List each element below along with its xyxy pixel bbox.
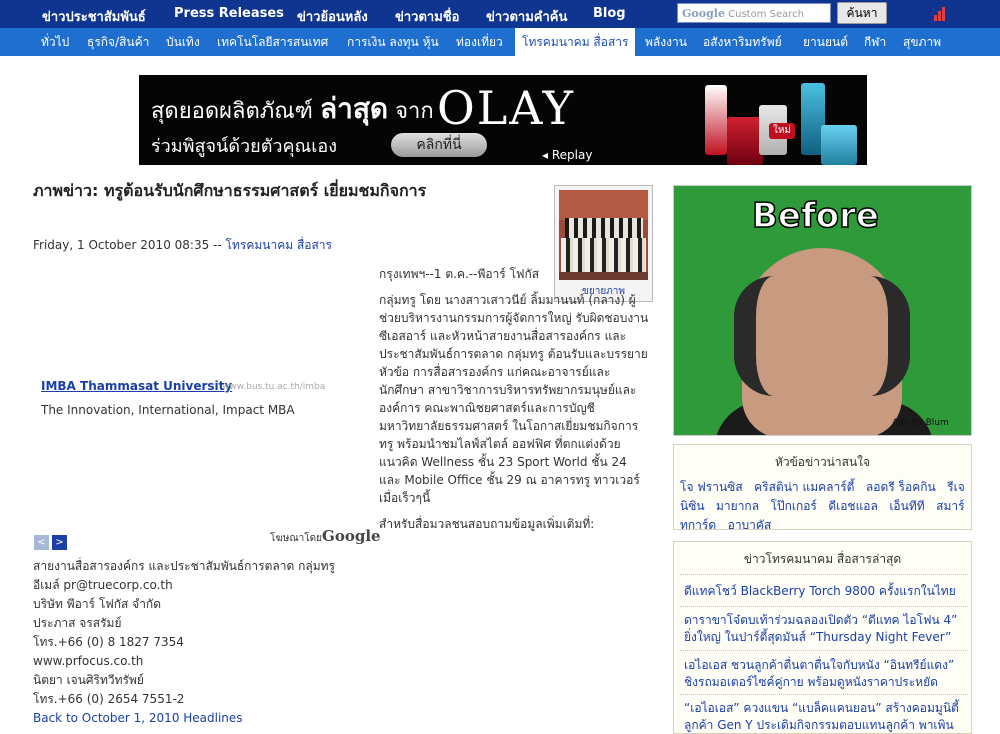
latest-news-title: ข่าวโทรคมนาคม สื่อสารล่าสุด xyxy=(743,552,902,566)
category-link[interactable]: โทรคมนาคม สื่อสาร xyxy=(226,238,332,252)
article-paragraph-2: กลุ่มทรู โดย นางสาวเสาวนีย์ ลิ้มมานนท์ (… xyxy=(379,293,649,505)
ad-pager: < > xyxy=(34,530,70,550)
banner-subline: ร่วมพิสูจน์ด้วยตัวคุณเอง xyxy=(151,136,337,157)
topnav-item-pr-th[interactable]: ข่าวประชาสัมพันธ์ xyxy=(42,6,146,27)
topic-link[interactable]: โป๊กเกอร์ xyxy=(771,499,817,513)
contact-line: นิตยา เจนศิริทวีทรัพย์ xyxy=(33,673,144,687)
contact-line: โทร.+66 (0) 8 1827 7354 xyxy=(33,635,184,649)
article-body: กรุงเทพฯ--1 ต.ค.--พีอาร์ โฟกัส กลุ่มทรู … xyxy=(379,265,651,541)
before-ad[interactable]: Before Ads By Blum xyxy=(673,185,972,436)
feed-icon[interactable] xyxy=(934,5,948,21)
topic-link[interactable]: เอ็นทีที xyxy=(889,499,924,513)
tab-energy[interactable]: พลังงาน xyxy=(645,28,687,56)
contact-line: www.prfocus.co.th xyxy=(33,654,144,668)
topic-link[interactable]: อาบาคัส xyxy=(728,518,772,532)
topic-link[interactable]: มายากล xyxy=(716,499,759,513)
search-placeholder: Custom Search xyxy=(728,9,804,20)
back-to-headlines-link[interactable]: Back to October 1, 2010 Headlines xyxy=(33,711,243,725)
tab-health[interactable]: สุขภาพ xyxy=(903,28,941,56)
ad-next-button[interactable]: > xyxy=(52,535,67,550)
tab-realestate[interactable]: อสังหาริมทรัพย์ xyxy=(703,28,782,56)
tab-it[interactable]: เทคโนโลยีสารสนเทศ xyxy=(217,28,328,56)
banner-headline: สุดยอดผลิตภัณฑ์ ล่าสุด จาก xyxy=(151,87,434,131)
banner-headline-a: สุดยอดผลิตภัณฑ์ xyxy=(151,99,320,124)
ads-by-label: โฆษณาโดย xyxy=(270,533,323,544)
page-title: ภาพข่าว: ทรูต้อนรับนักศึกษาธรรมศาสตร์ เย… xyxy=(33,181,427,200)
product-badge: ใหม่ xyxy=(769,123,795,139)
topic-link[interactable]: โจ ฟรานซิส xyxy=(680,480,743,494)
tab-sports[interactable]: กีฬา xyxy=(864,28,886,56)
topic-link[interactable]: คริสติน่า แมคลาร์ตี้ xyxy=(754,480,854,494)
contact-line: โทร.+66 (0) 2654 7551-2 xyxy=(33,692,185,706)
banner-brand-logo: OLAY xyxy=(437,81,575,135)
divider xyxy=(680,574,968,575)
product-jar-blue xyxy=(821,125,857,165)
search-button[interactable]: ค้นหา xyxy=(837,2,887,24)
topic-links: โจ ฟรานซิส คริสติน่า แมคลาร์ตี้ ลอดรี ร็… xyxy=(680,478,970,535)
banner-click-button[interactable]: คลิกที่นี่ xyxy=(391,133,487,157)
banner-headline-c: จาก xyxy=(388,99,434,124)
latest-news-item[interactable]: เอไอเอส ชวนลูกค้าตื่นตาตื่นใจกับหนัง “อิ… xyxy=(684,657,964,691)
article-date: Friday, 1 October 2010 08:35 -- xyxy=(33,238,226,252)
topnav-item-archive[interactable]: ข่าวย้อนหลัง xyxy=(297,6,368,27)
topic-link[interactable]: ลอดรี ร็อคกิน xyxy=(866,480,936,494)
search-logo: Google xyxy=(682,7,725,20)
olay-banner-ad[interactable]: สุดยอดผลิตภัณฑ์ ล่าสุด จาก OLAY ร่วมพิสู… xyxy=(139,75,867,165)
ad-hair-shape xyxy=(734,276,910,396)
tab-general[interactable]: ทั่วไป xyxy=(41,28,69,56)
contact-line: สายงานสื่อสารองค์กร และประชาสัมพันธ์การต… xyxy=(33,559,335,573)
contact-line: อีเมล์ pr@truecorp.co.th xyxy=(33,578,173,592)
category-nav: ทั่วไป ธุรกิจ/สินค้า บันเทิง เทคโนโลยีสา… xyxy=(0,28,1000,56)
search-input[interactable]: Google Custom Search xyxy=(677,3,831,23)
interesting-topics-title: หัวข้อข่าวน่าสนใจ xyxy=(774,455,871,469)
contact-info: สายงานสื่อสารองค์กร และประชาสัมพันธ์การต… xyxy=(33,557,335,728)
tab-finance[interactable]: การเงิน ลงทุน หุ้น xyxy=(347,28,439,56)
latest-news-item[interactable]: “เอไอเอส” ควงแขน “แบล็คแคนยอน” สร้างคอมม… xyxy=(684,700,964,734)
topic-link[interactable]: ดีเอชแอล xyxy=(828,499,878,513)
article-paragraph-3: สำหรับสื่อมวลชนสอบถามข้อมูลเพิ่มเติมที่: xyxy=(379,517,595,531)
divider xyxy=(680,606,968,607)
top-nav: ข่าวประชาสัมพันธ์ Press Releases ข่าวย้อ… xyxy=(0,0,1000,28)
banner-replay-button[interactable]: ◂ Replay xyxy=(542,148,592,162)
tab-travel[interactable]: ท่องเที่ยว xyxy=(456,28,503,56)
text-ad-description: The Innovation, International, Impact MB… xyxy=(41,403,295,417)
divider xyxy=(680,650,968,651)
latest-news-box: ข่าวโทรคมนาคม สื่อสารล่าสุด ดีแทคโชว์ Bl… xyxy=(673,541,972,734)
tab-business[interactable]: ธุรกิจ/สินค้า xyxy=(87,28,149,56)
banner-headline-b: ล่าสุด xyxy=(319,92,389,125)
article-paragraph-1: กรุงเทพฯ--1 ต.ค.--พีอาร์ โฟกัส xyxy=(379,267,540,281)
latest-news-item[interactable]: ดีแทคโชว์ BlackBerry Torch 9800 ครั้งแรก… xyxy=(684,583,964,600)
interesting-topics-box: หัวข้อข่าวน่าสนใจ โจ ฟรานซิส คริสติน่า แ… xyxy=(673,444,972,532)
contact-line: บริษัท พีอาร์ โฟกัส จำกัด xyxy=(33,597,161,611)
topnav-item-by-keyword[interactable]: ข่าวตามคำค้น xyxy=(486,6,567,27)
product-bottle xyxy=(705,85,727,155)
text-ad-title[interactable]: IMBA Thammasat University xyxy=(41,379,232,393)
text-ad-url[interactable]: www.bus.tu.ac.th/imba xyxy=(222,382,325,392)
topnav-item-by-name[interactable]: ข่าวตามชื่อ xyxy=(395,6,459,27)
ad-prev-button[interactable]: < xyxy=(34,535,49,550)
google-logo: Google xyxy=(322,527,381,545)
topnav-item-press-releases[interactable]: Press Releases xyxy=(174,6,284,21)
topnav-item-blog[interactable]: Blog xyxy=(593,6,626,21)
ads-by-google[interactable]: โฆษณาโดยGoogle xyxy=(270,527,381,546)
tab-entertainment[interactable]: บันเทิง xyxy=(166,28,200,56)
latest-news-item[interactable]: ดาราขาโจ๋ตบเท้าร่วมฉลองเปิดตัว “ดีแทค ไอ… xyxy=(684,612,964,646)
divider xyxy=(680,694,968,695)
dateline: Friday, 1 October 2010 08:35 -- โทรคมนาค… xyxy=(33,236,332,255)
ad-headline: Before xyxy=(751,195,879,237)
contact-line: ประภาส จรสรัมย์ xyxy=(33,616,122,630)
ad-mark: Ads By Blum xyxy=(892,418,949,428)
tab-automotive[interactable]: ยานยนต์ xyxy=(803,28,848,56)
product-jar xyxy=(727,117,763,165)
tab-telecom[interactable]: โทรคมนาคม สื่อสาร xyxy=(515,28,636,56)
